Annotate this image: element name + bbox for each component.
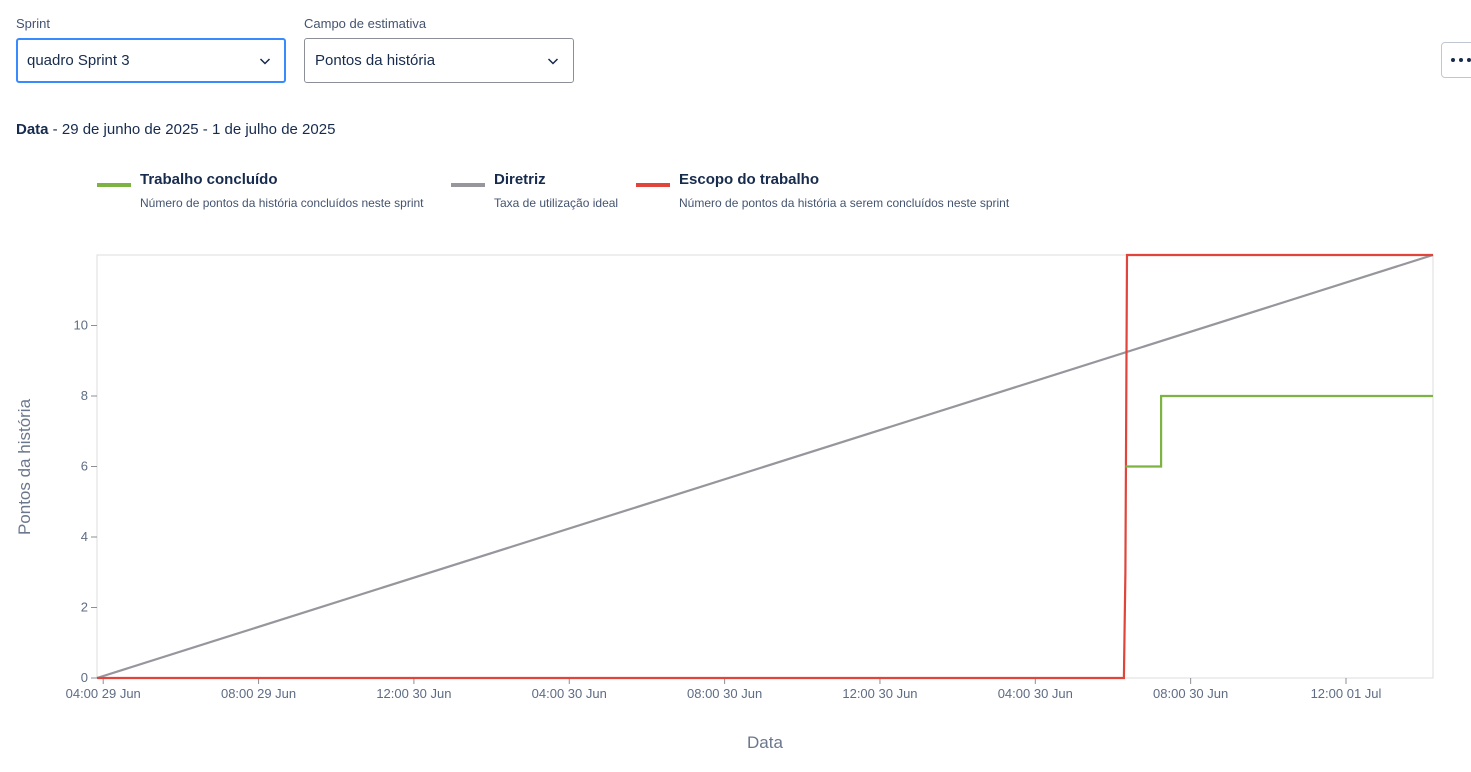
y-tick-label: 0 bbox=[81, 670, 88, 685]
x-tick-label: 12:00 30 Jun bbox=[376, 686, 451, 701]
y-tick-label: 4 bbox=[81, 529, 88, 544]
burnup-chart: 0 2 4 6 8 10 04:00 29 Jun 08:00 29 Jun 12:00 30… bbox=[15, 253, 1434, 752]
x-axis: 04:00 29 Jun 08:00 29 Jun 12:00 30 Jun 04:0… bbox=[66, 678, 1382, 701]
y-tick-label: 8 bbox=[81, 388, 88, 403]
y-tick-label: 10 bbox=[74, 318, 88, 333]
series-line-diretriz bbox=[96, 253, 1434, 680]
x-axis-title: Data bbox=[747, 733, 783, 752]
x-tick-label: 12:00 30 Jun bbox=[842, 686, 917, 701]
y-tick-label: 6 bbox=[81, 459, 88, 474]
x-tick-label: 08:00 29 Jun bbox=[221, 686, 296, 701]
x-tick-label: 08:00 30 Jun bbox=[687, 686, 762, 701]
x-tick-label: 04:00 30 Jun bbox=[998, 686, 1073, 701]
x-tick-label: 08:00 30 Jun bbox=[1153, 686, 1228, 701]
y-tick-label: 2 bbox=[81, 600, 88, 615]
y-axis-title: Pontos da história bbox=[15, 398, 34, 535]
x-tick-label: 04:00 29 Jun bbox=[66, 686, 141, 701]
y-axis: 0 2 4 6 8 10 bbox=[74, 318, 97, 685]
x-tick-label: 12:00 01 Jul bbox=[1311, 686, 1382, 701]
x-tick-label: 04:00 30 Jun bbox=[532, 686, 607, 701]
series-layer bbox=[96, 253, 1434, 680]
series-line-trabalho-concluído bbox=[1125, 394, 1433, 468]
